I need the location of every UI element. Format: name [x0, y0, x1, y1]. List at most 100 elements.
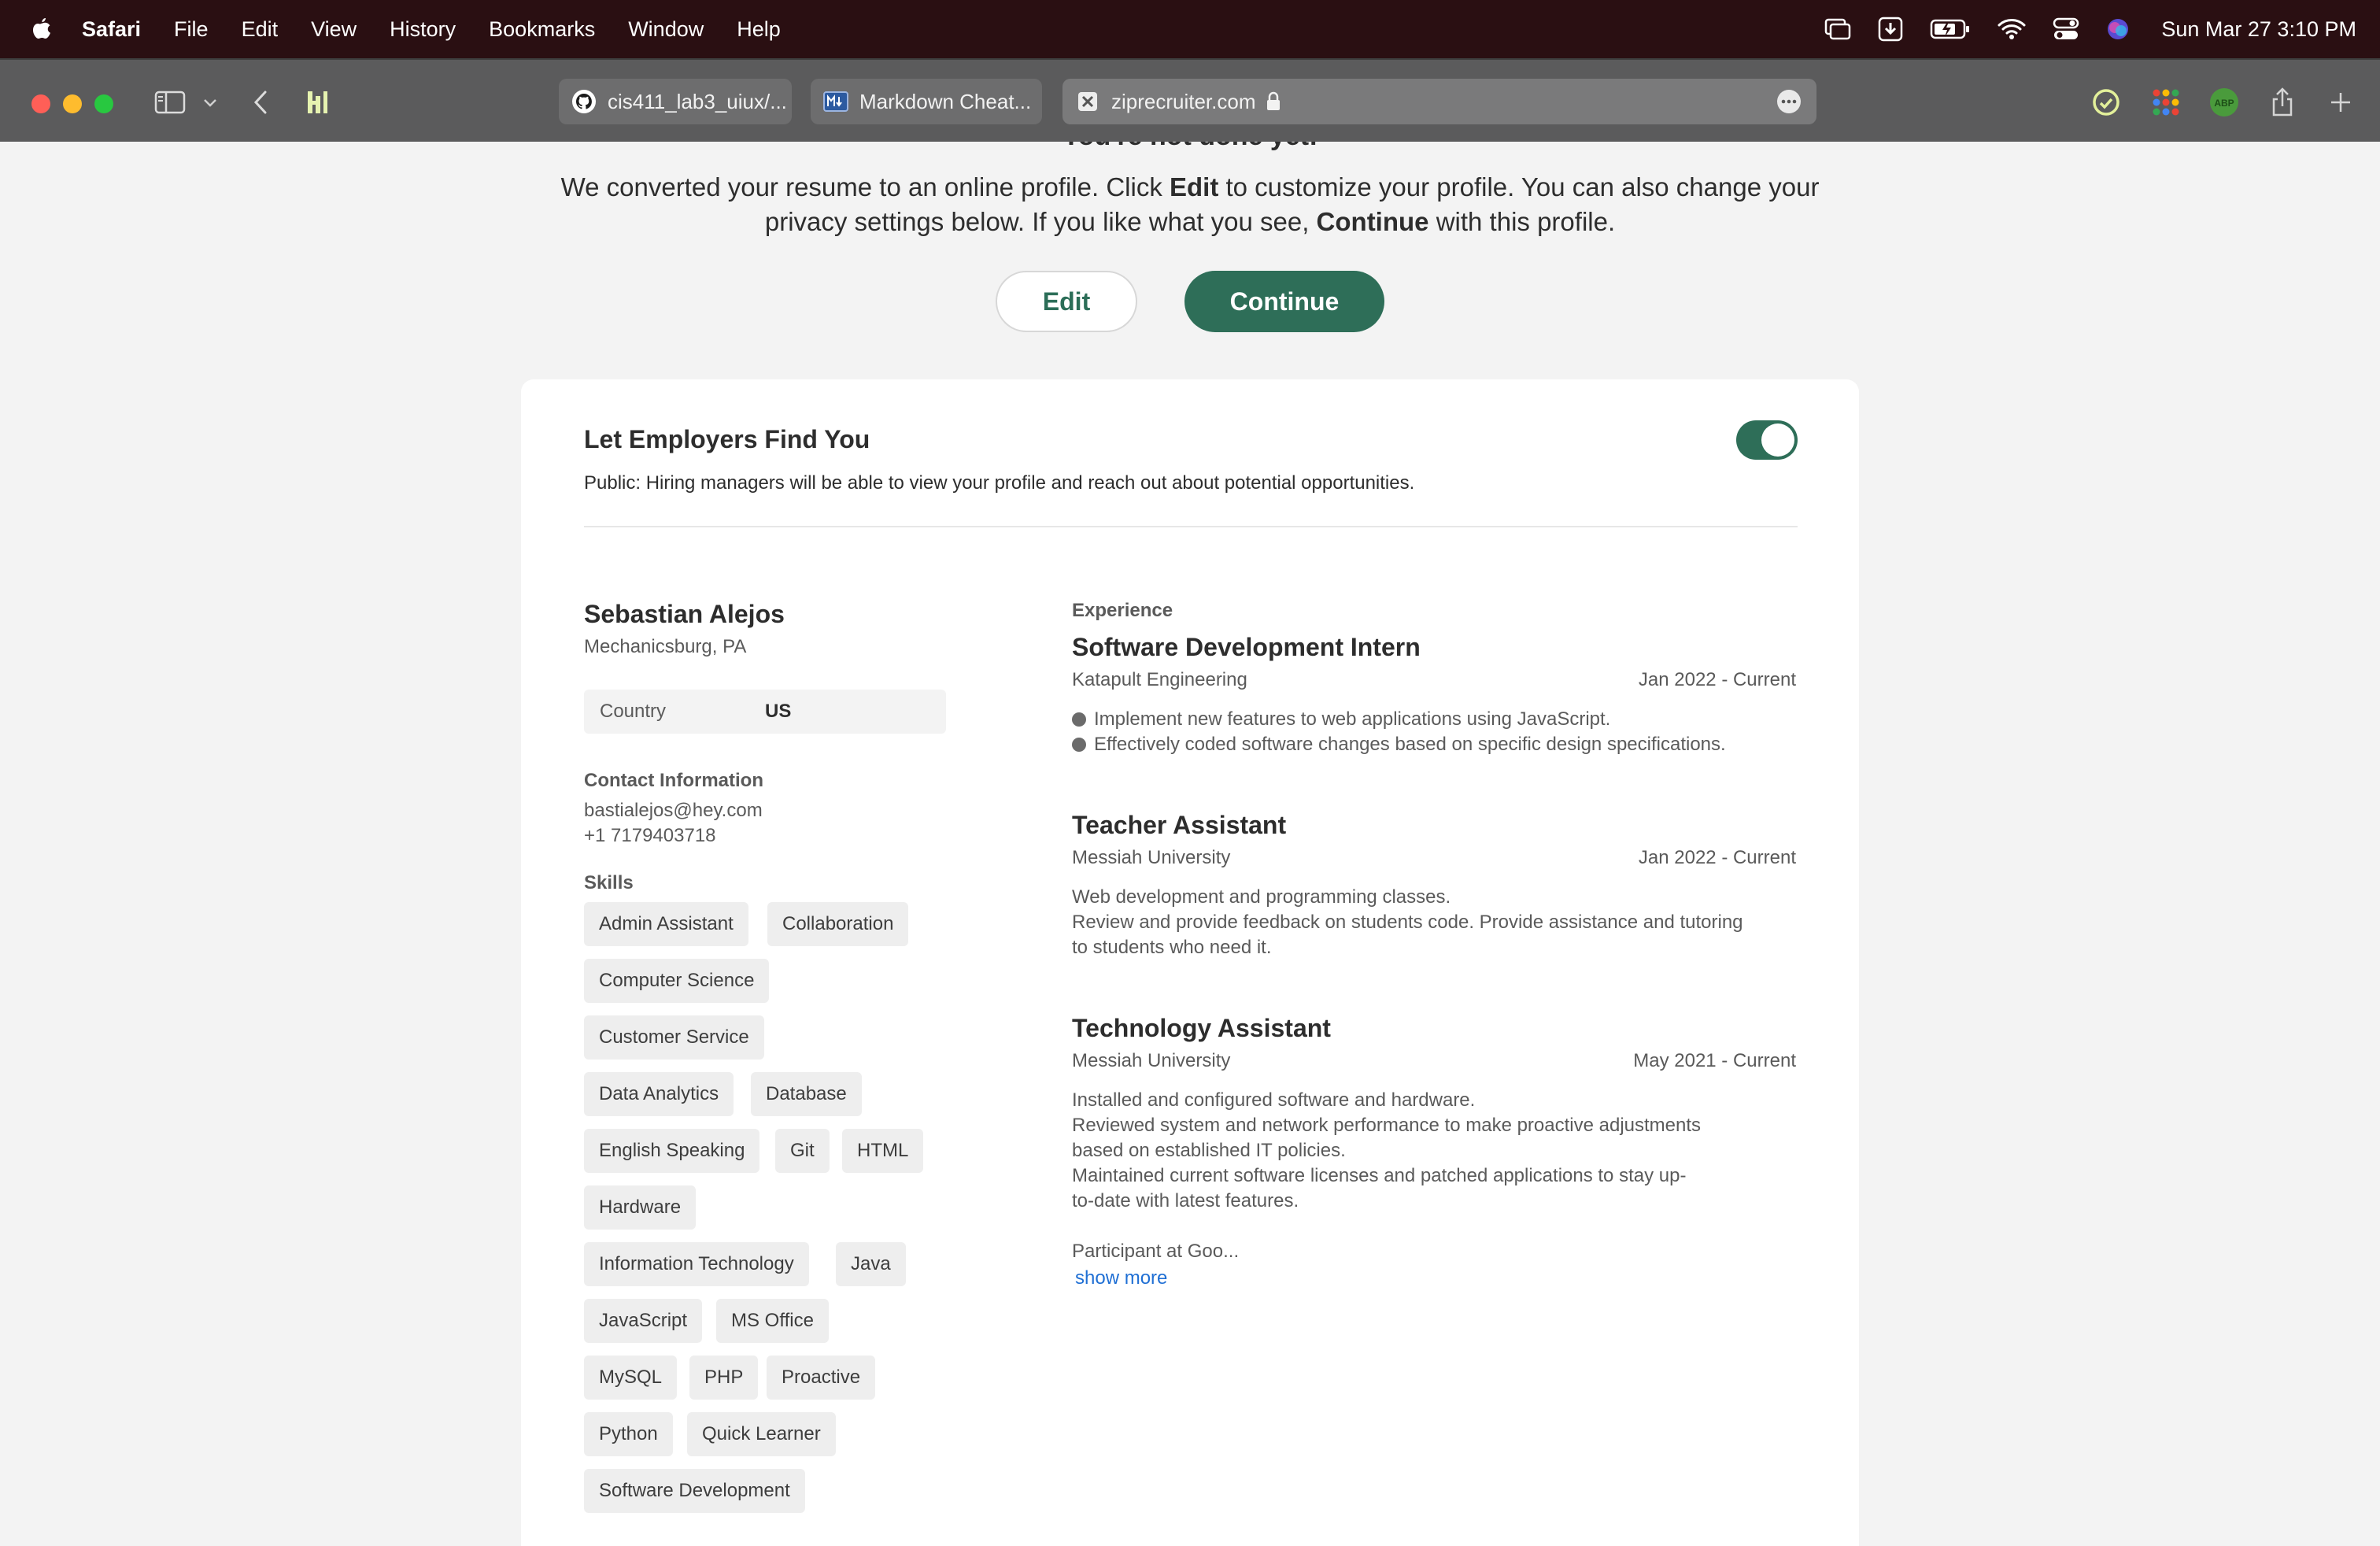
control-center-icon[interactable]	[2053, 17, 2079, 41]
bullet-icon	[1072, 712, 1086, 727]
share-icon[interactable]	[2267, 85, 2298, 120]
menu-view[interactable]: View	[311, 17, 357, 42]
skill-tag: Python	[584, 1412, 673, 1456]
chevron-down-icon[interactable]	[200, 85, 220, 120]
profile-name: Sebastian Alejos	[584, 600, 785, 628]
country-value: US	[765, 701, 792, 722]
siri-icon[interactable]	[2106, 17, 2130, 41]
visibility-description: Public: Hiring managers will be able to …	[584, 472, 1415, 494]
skill-tag: Database	[751, 1072, 862, 1116]
skill-tag: Collaboration	[767, 902, 909, 946]
job-description-line: based on established IT policies.	[1072, 1140, 1346, 1161]
edit-button[interactable]: Edit	[996, 271, 1137, 332]
job-description-line: Review and provide feedback on students …	[1072, 912, 1743, 933]
window-zoom-button[interactable]	[94, 94, 113, 113]
github-icon	[571, 89, 597, 114]
skill-tag: Data Analytics	[584, 1072, 734, 1116]
page-menu-icon[interactable]	[1777, 90, 1801, 113]
skills-label: Skills	[584, 872, 634, 893]
tab-label: cis411_lab3_uiux/...	[608, 89, 787, 113]
menu-file[interactable]: File	[174, 17, 209, 42]
job-title: Technology Assistant	[1072, 1014, 1331, 1042]
toggle-knob	[1761, 423, 1794, 457]
menu-help[interactable]: Help	[737, 17, 781, 42]
job-dates: May 2021 - Current	[1633, 1050, 1796, 1071]
job-dates: Jan 2022 - Current	[1638, 669, 1796, 690]
job-description-line: to-date with latest features.	[1072, 1190, 1299, 1211]
menu-bookmarks[interactable]: Bookmarks	[489, 17, 595, 42]
continue-button[interactable]: Continue	[1184, 271, 1384, 332]
extension-icon[interactable]	[304, 85, 331, 120]
skill-tag: Admin Assistant	[584, 902, 748, 946]
skill-tag: HTML	[842, 1129, 924, 1173]
page-content: You're not done yet! We converted your r…	[0, 142, 2380, 1546]
profile-location: Mechanicsburg, PA	[584, 636, 747, 657]
bullet-icon	[1072, 738, 1086, 752]
visibility-toggle[interactable]	[1736, 420, 1798, 460]
job-description-line: to students who need it.	[1072, 937, 1272, 958]
job-company: Messiah University	[1072, 1050, 1231, 1071]
safari-toolbar: cis411_lab3_uiux/... Markdown Cheat... z…	[0, 58, 2380, 142]
skill-tag: Git	[775, 1129, 830, 1173]
page-heading: You're not done yet!	[0, 142, 2380, 152]
skill-tag: JavaScript	[584, 1299, 703, 1343]
job-description-line: Installed and configured software and ha…	[1072, 1089, 1476, 1111]
skill-tag: English Speaking	[584, 1129, 760, 1173]
new-tab-icon[interactable]	[2325, 85, 2356, 120]
adblock-icon[interactable]: ABP	[2207, 85, 2241, 120]
skill-tag: PHP	[689, 1356, 759, 1400]
experience-label: Experience	[1072, 600, 1173, 621]
url-text[interactable]: ziprecruiter.com	[1111, 90, 1256, 114]
skill-tag: MS Office	[716, 1299, 829, 1343]
skill-tag: Quick Learner	[687, 1412, 836, 1456]
show-more-link[interactable]: show more	[1075, 1267, 1167, 1289]
job-description-line: Reviewed system and network performance …	[1072, 1115, 1702, 1136]
country-label: Country	[600, 701, 667, 722]
ziprecruiter-icon	[1075, 89, 1100, 114]
apps-grid-icon[interactable]	[2149, 85, 2183, 120]
window-close-button[interactable]	[31, 94, 50, 113]
skill-tag: Customer Service	[584, 1015, 764, 1060]
menu-edit[interactable]: Edit	[242, 17, 279, 42]
skill-tag: Java	[836, 1242, 906, 1286]
back-icon[interactable]	[249, 85, 272, 120]
job-title: Teacher Assistant	[1072, 811, 1287, 839]
skill-tag: Proactive	[767, 1356, 876, 1400]
menu-history[interactable]: History	[390, 17, 456, 42]
menu-window[interactable]: Window	[628, 17, 704, 42]
svg-text:ABP: ABP	[2214, 98, 2234, 109]
menubar-clock[interactable]: Sun Mar 27 3:10 PM	[2161, 17, 2356, 42]
wifi-icon[interactable]	[1998, 18, 2026, 40]
job-description-line: Web development and programming classes.	[1072, 886, 1451, 908]
skill-tag: Computer Science	[584, 959, 770, 1003]
refresh-extension-icon[interactable]	[2089, 85, 2123, 120]
macos-menu-bar: Safari File Edit View History Bookmarks …	[0, 0, 2380, 58]
job-description-line: Participant at Goo...	[1072, 1241, 1240, 1262]
markdown-icon	[823, 89, 848, 114]
job-description-line: Effectively coded software changes based…	[1072, 732, 1780, 757]
job-description-line: Implement new features to web applicatio…	[1072, 707, 1780, 732]
job-company: Katapult Engineering	[1072, 669, 1247, 690]
job-dates: Jan 2022 - Current	[1638, 847, 1796, 868]
profile-card: Let Employers Find You Public: Hiring ma…	[521, 379, 1859, 1546]
tab-markdown[interactable]: Markdown Cheat...	[811, 79, 1042, 124]
window-minimize-button[interactable]	[63, 94, 82, 113]
contact-email: bastialejos@hey.com	[584, 800, 763, 821]
tab-label: Markdown Cheat...	[859, 89, 1032, 113]
sidebar-toggle-icon[interactable]	[153, 85, 187, 120]
apple-icon[interactable]	[30, 16, 54, 43]
visibility-title: Let Employers Find You	[584, 425, 870, 453]
tab-ziprecruiter[interactable]: ziprecruiter.com	[1062, 79, 1816, 124]
country-field: Country US	[584, 690, 946, 734]
contact-phone: +1 7179403718	[584, 825, 716, 846]
tab-github[interactable]: cis411_lab3_uiux/...	[559, 79, 792, 124]
skill-tag: Information Technology	[584, 1242, 809, 1286]
contact-label: Contact Information	[584, 770, 763, 791]
skill-tag: Hardware	[584, 1185, 697, 1230]
screen-mirroring-icon[interactable]	[1824, 18, 1851, 40]
skill-tag: Software Development	[584, 1469, 805, 1513]
battery-icon[interactable]	[1930, 19, 1971, 39]
download-icon[interactable]	[1878, 17, 1903, 42]
menu-app-safari[interactable]: Safari	[82, 17, 141, 42]
skill-tag: MySQL	[584, 1356, 678, 1400]
